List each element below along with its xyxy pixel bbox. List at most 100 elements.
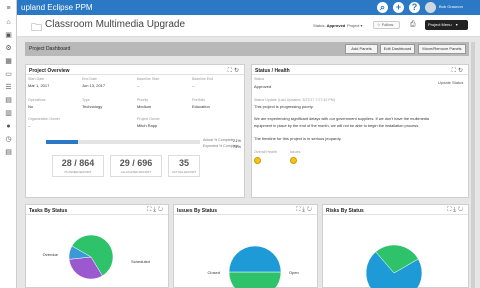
operations-value: No [28,104,34,109]
project-overview-panel: Project Overview ⛶↻ [25,64,245,198]
add-icon[interactable]: + [393,2,404,13]
home-icon[interactable]: ⌂ [4,19,13,27]
chevron-down-icon: ▾ [455,22,458,27]
pie-label: Open [289,270,299,275]
tasks-pie-chart: Overdue Scheduled [43,234,150,280]
refresh-icon[interactable]: ↻ [458,207,465,213]
field-label: Portfolio [192,98,206,102]
field-label: Project Owner [137,117,160,121]
kpi-planned-effort: 28 / 864 PLANNED EFFORT [52,155,104,177]
panel-title: Project Overview [29,68,70,74]
field-label: Type [82,98,90,102]
folder-icon: 🗀 [31,22,42,34]
follow-button[interactable]: ☆ Follow [373,21,400,29]
field-label: End Date [82,77,97,81]
refresh-icon[interactable]: ↻ [158,207,165,213]
project-menu-label: Project Menu [428,22,452,27]
type-value: Technology [82,104,103,109]
folder-icon[interactable]: ▭ [4,71,13,79]
kpi-caption: ALLOCATED EFFORT [120,170,152,174]
status-health-panel: Status / Health ⛶↻ [251,64,469,198]
refresh-icon[interactable]: ↻ [234,68,241,74]
issues-health-label: Issues [290,150,301,154]
field-label: Start Date [28,77,45,81]
issues-pie-chart: Closed Open [208,245,299,288]
panel-title: Status / Health [255,68,290,74]
status-value: Approved [326,23,346,28]
edit-dashboard-button[interactable]: Edit Dashboard [380,44,415,54]
status-updated-line: Status Update (Last Updated: 3/27/17 7:2… [254,98,335,102]
update-status-link[interactable]: Update Status [438,80,463,85]
help-icon[interactable]: ? [409,2,420,13]
overall-health-label: Overall Health [254,150,277,154]
actual-pct-value: 21% [233,138,242,143]
refresh-icon[interactable]: ↻ [458,68,465,74]
field-label: Priority [137,98,149,102]
menu-icon[interactable]: ≡ [4,5,13,13]
kpi-value: 28 / 864 [61,158,95,168]
add-panels-button[interactable]: Add Panels [345,44,378,54]
baseline-end-value: -- [192,83,195,88]
end-date-value: Jun 13, 2017 [82,83,106,88]
kpi-value: 35 [178,158,189,168]
app-logo[interactable]: upland Eclipse PPM [21,3,93,12]
briefcase-icon[interactable]: ▣ [4,32,13,40]
left-nav: ≡ ⌂ ▣ ⚙ ▦ ▭ ☰ ▤ ▥ ● ◷ ▤ [0,0,17,288]
pie-slice[interactable] [228,271,282,288]
status-field-label: Status [254,77,265,81]
actual-pct-label: Actual % Complete [203,138,234,142]
issues-health-icon [290,157,297,164]
field-label: Baseline End [192,77,214,81]
user-name[interactable]: Bob Graunon [439,4,463,9]
status-line: This project is progressing poorly. [254,104,314,109]
gear-icon[interactable]: ⚙ [4,45,13,53]
panel-title: Issues By Status [177,208,218,214]
field-label: Organization Owner [28,117,60,121]
refresh-icon[interactable]: ↻ [307,207,314,213]
user-icon[interactable]: ● [4,123,13,131]
panel-title: Tasks By Status [29,208,68,214]
pie-label: Closed [208,270,220,275]
progress-fill [46,140,79,144]
list-icon[interactable]: ☰ [4,84,13,92]
grid-icon[interactable]: ▦ [4,58,13,66]
expected-pct-value: 74% [233,144,242,149]
priority-value: Medium [137,104,152,109]
kpi-allocated-effort: 29 / 696 ALLOCATED EFFORT [110,155,162,177]
kpi-caption: ACTUAL EFFORT [171,170,197,174]
project-menu-button[interactable]: Project Menu ▾ [425,20,468,30]
print-icon[interactable]: ⎙ [410,21,416,29]
project-dropdown[interactable]: Project ▾ [347,23,363,28]
pie-label: Scheduled [131,259,150,264]
status-line: We are experiencing significant delays w… [254,116,429,121]
move-remove-panels-button[interactable]: Move/Remove Panels [418,44,466,54]
calendar-icon[interactable]: ▤ [4,97,13,105]
overall-health-icon [254,157,261,164]
baseline-start-value: -- [137,83,140,88]
dashboard-bar: Project Dashboard Add Panels Edit Dashbo… [25,42,469,56]
project-owner-value: Mitch Rapp [137,123,158,128]
chart-icon[interactable]: ▥ [4,110,13,118]
dashboard-title: Project Dashboard [29,46,71,52]
search-icon[interactable]: ⌕ [377,2,388,13]
page-title: Classroom Multimedia Upgrade [45,19,186,30]
pie-slice[interactable] [228,245,282,273]
panel-title: Risks By Status [326,208,364,214]
reports-icon[interactable]: ▤ [4,149,13,157]
kpi-actual-effort: 35 ACTUAL EFFORT [168,155,200,177]
status-line: equipment in place by the end of the mon… [254,123,420,128]
clock-icon[interactable]: ◷ [4,136,13,144]
pie-label: Overdue [43,252,59,257]
risks-pie-chart [365,244,423,288]
progress-track [46,140,200,144]
status-field-value: Approved [254,84,272,89]
status-indicator: Status: Approved [313,23,345,28]
field-label: Operations [28,98,46,102]
field-label: Baseline Start [137,77,160,81]
status-line: The timeline for this project is in seri… [254,136,342,141]
scrollbar[interactable] [471,42,475,288]
org-owner-value: -- [28,123,31,128]
portfolio-value: Education [192,104,210,109]
avatar[interactable] [425,2,436,13]
start-date-value: Mar 1, 2017 [28,83,50,88]
